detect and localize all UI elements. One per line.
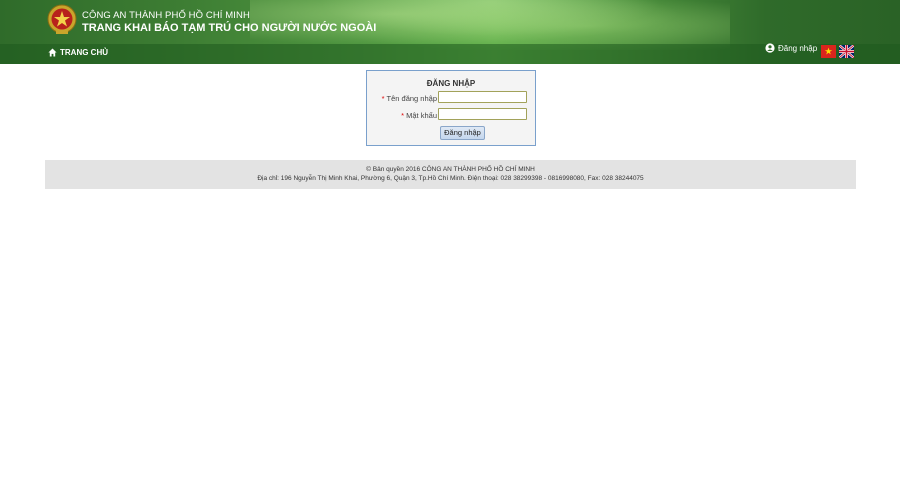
site-title: TRANG KHAI BÁO TẠM TRÚ CHO NGƯỜI NƯỚC NG…	[82, 22, 377, 34]
nav-home-label: TRANG CHỦ	[60, 48, 108, 57]
uk-flag-icon[interactable]	[839, 45, 854, 58]
password-label-text: Mật khẩu	[406, 111, 437, 120]
header-login-link[interactable]: Đăng nhập	[765, 43, 817, 53]
vietnam-flag-icon[interactable]	[821, 45, 836, 58]
header-login-label: Đăng nhập	[778, 43, 818, 53]
footer-copyright: © Bản quyền 2016 CÔNG AN THÀNH PHỐ HỒ CH…	[366, 166, 535, 173]
username-input[interactable]	[438, 91, 527, 103]
home-icon	[48, 48, 57, 57]
username-label: * Tên đăng nhập	[367, 94, 437, 103]
required-mark: *	[401, 111, 405, 120]
footer-address: Địa chỉ: 196 Nguyễn Thị Minh Khai, Phườn…	[257, 175, 644, 182]
nav-home-link[interactable]: TRANG CHỦ	[48, 48, 108, 57]
password-input[interactable]	[438, 108, 527, 120]
username-label-text: Tên đăng nhập	[386, 94, 437, 103]
login-submit-button[interactable]: Đăng nhập	[440, 126, 485, 140]
site-header: CÔNG AN THÀNH PHỐ HỒ CHÍ MINH TRANG KHAI…	[0, 0, 900, 64]
brand: CÔNG AN THÀNH PHỐ HỒ CHÍ MINH TRANG KHAI…	[82, 10, 376, 34]
org-name: CÔNG AN THÀNH PHỐ HỒ CHÍ MINH	[82, 10, 250, 21]
login-title: ĐĂNG NHẬP	[426, 79, 476, 88]
site-footer: © Bản quyền 2016 CÔNG AN THÀNH PHỐ HỒ CH…	[45, 160, 856, 189]
police-emblem-icon[interactable]	[47, 2, 77, 38]
required-mark: *	[381, 94, 385, 103]
password-label: * Mật khẩu	[367, 111, 437, 120]
user-icon	[765, 43, 775, 53]
navbar: TRANG CHỦ Đăng nhập	[0, 43, 900, 64]
